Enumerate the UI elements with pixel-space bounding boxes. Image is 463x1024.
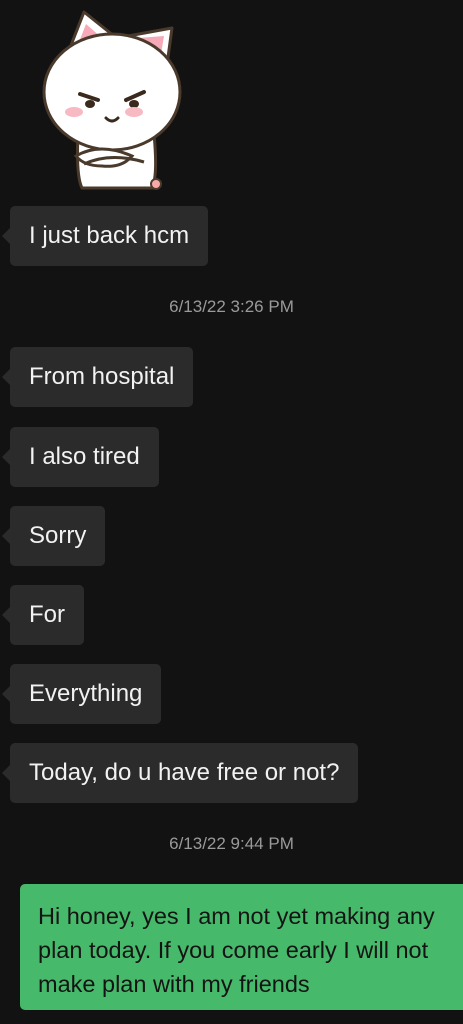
incoming-message[interactable]: For xyxy=(2,585,84,645)
incoming-message[interactable]: Sorry xyxy=(1,506,106,566)
message-timestamp: 6/13/22 3:26 PM xyxy=(169,297,294,316)
cat-sticker-icon[interactable] xyxy=(40,6,190,190)
incoming-message[interactable]: I just back hcm xyxy=(1,206,209,266)
cat-sticker-graphic xyxy=(42,10,182,190)
message-timestamp: 6/13/22 9:44 PM xyxy=(169,834,294,853)
incoming-message[interactable]: From hospital xyxy=(1,347,194,407)
chat-thread: I just back hcm 6/13/22 3:26 PM From hos… xyxy=(0,0,463,1024)
outgoing-message[interactable]: Hi honey, yes I am not yet making any pl… xyxy=(20,884,463,1010)
incoming-message[interactable]: Everything xyxy=(1,664,162,724)
incoming-message[interactable]: I also tired xyxy=(2,427,159,487)
incoming-message[interactable]: Today, do u have free or not? xyxy=(1,743,359,803)
